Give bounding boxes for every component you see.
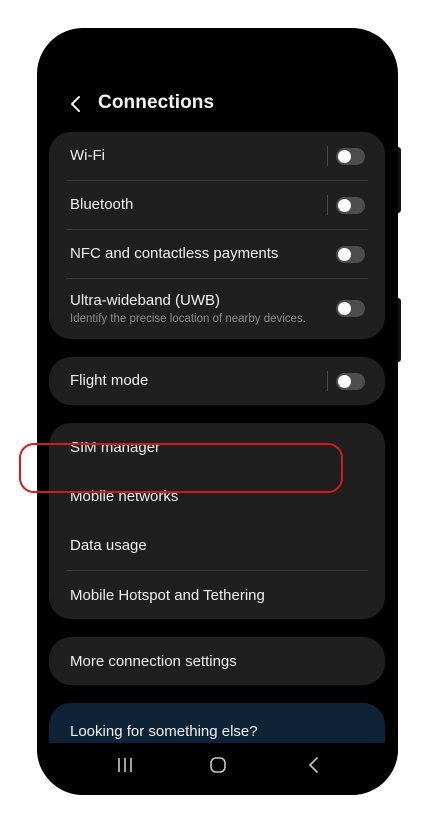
toggle-knob xyxy=(338,375,351,388)
divider-vertical xyxy=(327,146,328,166)
toggle-knob xyxy=(338,199,351,212)
app-header: Connections xyxy=(37,88,398,120)
toggle-knob xyxy=(338,302,351,315)
flight-mode-toggle[interactable] xyxy=(336,373,365,390)
bluetooth-label: Bluetooth xyxy=(70,196,134,213)
flight-mode-label: Flight mode xyxy=(70,372,149,389)
uwb-label: Ultra-wideband (UWB) xyxy=(70,292,221,309)
phone-screen: Connections Wi-Fi Bluetooth NFC and cont… xyxy=(37,28,398,795)
nfc-label: NFC and contactless payments xyxy=(70,245,279,262)
more-settings-row[interactable]: More connection settings xyxy=(49,637,385,685)
mobile-networks-label: Mobile networks xyxy=(70,488,179,505)
divider-vertical xyxy=(327,195,328,215)
network-card: SIM manager Mobile networks Data usage M… xyxy=(49,423,385,619)
sim-manager-row[interactable]: SIM manager xyxy=(49,423,385,472)
nfc-toggle[interactable] xyxy=(336,246,365,263)
flight-mode-card: Flight mode xyxy=(49,357,385,405)
chevron-left-icon[interactable] xyxy=(67,94,85,114)
home-icon[interactable] xyxy=(208,755,228,775)
uwb-row[interactable]: Ultra-wideband (UWB) Identify the precis… xyxy=(49,279,385,339)
more-settings-label: More connection settings xyxy=(70,653,237,670)
wifi-label: Wi-Fi xyxy=(70,147,105,164)
data-usage-row[interactable]: Data usage xyxy=(49,521,385,570)
navigation-bar xyxy=(37,743,398,795)
hotspot-label: Mobile Hotspot and Tethering xyxy=(70,587,265,604)
wifi-toggle[interactable] xyxy=(336,148,365,165)
recent-apps-icon[interactable] xyxy=(115,755,135,775)
back-arrow-icon[interactable] xyxy=(304,755,324,775)
bluetooth-toggle[interactable] xyxy=(336,197,365,214)
toggle-knob xyxy=(338,150,351,163)
bluetooth-row[interactable]: Bluetooth xyxy=(49,181,385,230)
more-settings-card: More connection settings xyxy=(49,637,385,685)
data-usage-label: Data usage xyxy=(70,537,147,554)
uwb-toggle[interactable] xyxy=(336,300,365,317)
sim-manager-label: SIM manager xyxy=(70,439,161,456)
toggle-knob xyxy=(338,248,351,261)
flight-mode-row[interactable]: Flight mode xyxy=(49,357,385,405)
wireless-card: Wi-Fi Bluetooth NFC and contactless paym… xyxy=(49,132,385,339)
wifi-row[interactable]: Wi-Fi xyxy=(49,132,385,181)
looking-for-label: Looking for something else? xyxy=(70,723,258,740)
nfc-row[interactable]: NFC and contactless payments xyxy=(49,230,385,279)
divider-vertical xyxy=(327,371,328,391)
page-title: Connections xyxy=(98,92,215,113)
mobile-networks-row[interactable]: Mobile networks xyxy=(49,472,385,521)
hotspot-row[interactable]: Mobile Hotspot and Tethering xyxy=(49,571,385,619)
uwb-description: Identify the precise location of nearby … xyxy=(70,313,306,325)
